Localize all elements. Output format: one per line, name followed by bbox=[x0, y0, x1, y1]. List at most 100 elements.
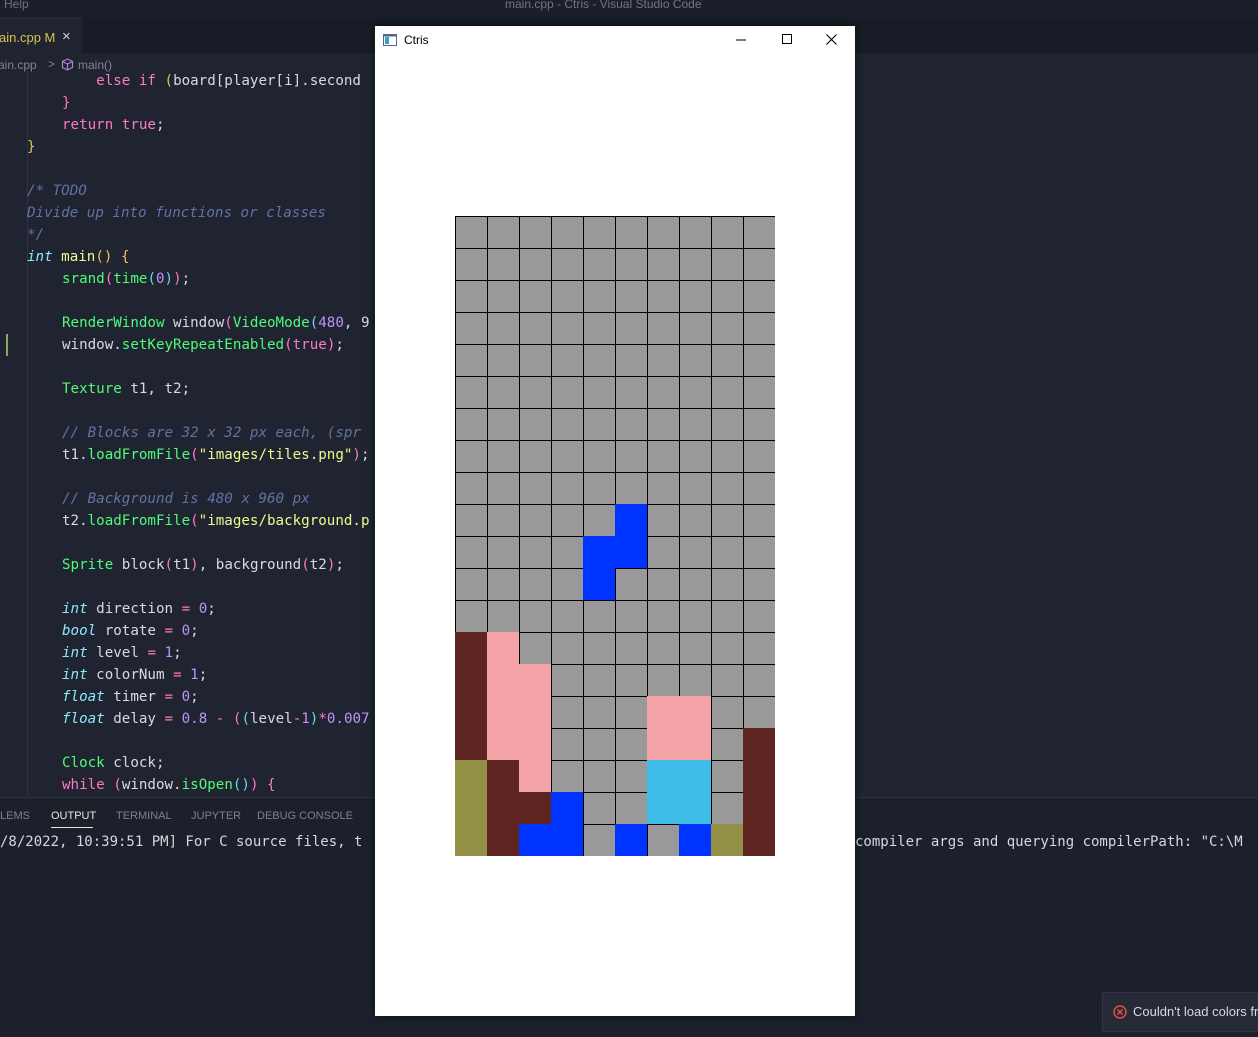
empty-cell bbox=[584, 761, 615, 792]
minimize-button[interactable] bbox=[719, 26, 765, 56]
empty-cell bbox=[712, 441, 743, 472]
empty-cell bbox=[744, 665, 775, 696]
empty-cell bbox=[584, 441, 615, 472]
empty-cell bbox=[488, 409, 519, 440]
ctris-window[interactable]: Ctris bbox=[375, 26, 855, 1016]
code-line: t2.loadFromFile("images/background.p bbox=[62, 513, 370, 529]
tetris-board[interactable] bbox=[455, 216, 775, 856]
empty-cell bbox=[616, 697, 647, 728]
empty-cell bbox=[616, 345, 647, 376]
empty-cell bbox=[648, 825, 679, 856]
empty-cell bbox=[456, 281, 487, 312]
tab-debug-console[interactable]: DEBUG CONSOLE bbox=[257, 810, 353, 822]
empty-cell bbox=[456, 473, 487, 504]
empty-cell bbox=[648, 665, 679, 696]
empty-cell bbox=[712, 537, 743, 568]
pink-block bbox=[519, 728, 551, 760]
blue-block bbox=[615, 824, 647, 856]
brown-block bbox=[487, 824, 519, 856]
code-line: while (window.isOpen()) { bbox=[62, 777, 276, 793]
maximize-icon bbox=[782, 34, 792, 44]
tab-jupyter[interactable]: JUPYTER bbox=[191, 810, 241, 822]
empty-cell bbox=[648, 569, 679, 600]
empty-cell bbox=[488, 249, 519, 280]
empty-cell bbox=[616, 313, 647, 344]
tab-problems[interactable]: LEMS bbox=[0, 810, 30, 822]
pink-block bbox=[519, 696, 551, 728]
pink-block bbox=[487, 728, 519, 760]
empty-cell bbox=[744, 377, 775, 408]
empty-cell bbox=[552, 633, 583, 664]
empty-cell bbox=[712, 601, 743, 632]
empty-cell bbox=[552, 665, 583, 696]
code-line: } bbox=[62, 95, 71, 111]
olive-block bbox=[455, 760, 487, 792]
empty-cell bbox=[552, 345, 583, 376]
empty-cell bbox=[520, 313, 551, 344]
code-line: */ bbox=[27, 227, 45, 243]
tab-label: ain.cpp M bbox=[0, 30, 56, 45]
blue-block bbox=[583, 568, 615, 600]
blue-block bbox=[615, 536, 647, 568]
empty-cell bbox=[552, 505, 583, 536]
empty-cell bbox=[616, 249, 647, 280]
empty-cell bbox=[552, 537, 583, 568]
empty-cell bbox=[616, 665, 647, 696]
empty-cell bbox=[456, 537, 487, 568]
empty-cell bbox=[584, 345, 615, 376]
empty-cell bbox=[616, 793, 647, 824]
empty-cell bbox=[744, 537, 775, 568]
empty-cell bbox=[712, 665, 743, 696]
empty-cell bbox=[616, 377, 647, 408]
empty-cell bbox=[744, 217, 775, 248]
empty-cell bbox=[744, 249, 775, 280]
empty-cell bbox=[584, 825, 615, 856]
error-notification[interactable]: Couldn't load colors fr bbox=[1102, 992, 1258, 1032]
cyan-block bbox=[679, 792, 711, 824]
empty-cell bbox=[552, 249, 583, 280]
git-modified-marker bbox=[6, 334, 8, 356]
brown-block bbox=[487, 760, 519, 792]
pink-block bbox=[487, 632, 519, 664]
empty-cell bbox=[616, 473, 647, 504]
empty-cell bbox=[488, 473, 519, 504]
empty-cell bbox=[680, 345, 711, 376]
tab-terminal[interactable]: TERMINAL bbox=[116, 810, 172, 822]
empty-cell bbox=[552, 729, 583, 760]
empty-cell bbox=[520, 345, 551, 376]
tab-main-cpp[interactable]: ain.cpp M × bbox=[0, 18, 82, 53]
empty-cell bbox=[648, 441, 679, 472]
empty-cell bbox=[488, 345, 519, 376]
active-tab-indicator bbox=[51, 827, 93, 828]
menu-help[interactable]: Help bbox=[4, 0, 29, 11]
empty-cell bbox=[680, 217, 711, 248]
blue-block bbox=[679, 824, 711, 856]
empty-cell bbox=[744, 505, 775, 536]
code-line: int colorNum = 1; bbox=[62, 667, 208, 683]
tab-output[interactable]: OUTPUT bbox=[51, 810, 96, 822]
empty-cell bbox=[584, 601, 615, 632]
empty-cell bbox=[520, 537, 551, 568]
empty-cell bbox=[648, 377, 679, 408]
empty-cell bbox=[520, 633, 551, 664]
empty-cell bbox=[680, 377, 711, 408]
code-line: Texture t1, t2; bbox=[62, 381, 191, 397]
empty-cell bbox=[712, 633, 743, 664]
maximize-button[interactable] bbox=[765, 26, 811, 56]
empty-cell bbox=[488, 217, 519, 248]
close-button[interactable] bbox=[809, 26, 855, 56]
empty-cell bbox=[712, 217, 743, 248]
ctris-titlebar[interactable]: Ctris bbox=[375, 26, 855, 56]
empty-cell bbox=[488, 313, 519, 344]
empty-cell bbox=[520, 281, 551, 312]
empty-cell bbox=[680, 473, 711, 504]
code-line: t1.loadFromFile("images/tiles.png"); bbox=[62, 447, 370, 463]
close-icon[interactable]: × bbox=[62, 28, 71, 45]
empty-cell bbox=[520, 601, 551, 632]
olive-block bbox=[711, 824, 743, 856]
empty-cell bbox=[616, 217, 647, 248]
empty-cell bbox=[488, 537, 519, 568]
code-line: srand(time(0)); bbox=[62, 271, 191, 287]
empty-cell bbox=[712, 569, 743, 600]
close-icon bbox=[826, 34, 837, 45]
